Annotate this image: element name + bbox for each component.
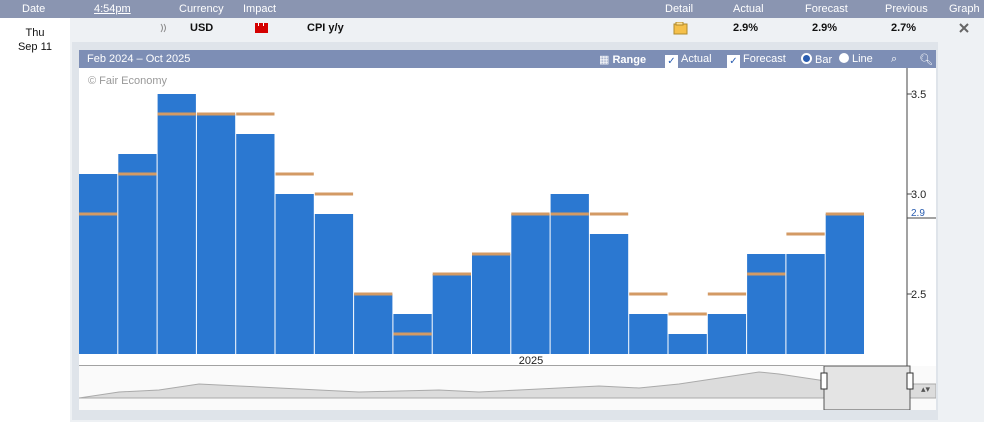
watermark: © Fair Economy xyxy=(88,75,168,87)
actual-bar xyxy=(157,94,196,354)
previous-header: Previous xyxy=(885,3,928,15)
forecast-marker xyxy=(589,212,629,216)
date-cell: Thu Sep 11 xyxy=(0,18,70,422)
y-tick-label: 2.5 xyxy=(911,289,926,301)
chart-toolbar: Feb 2024 – Oct 2025 ▦ Range ✓ Actual ✓ For… xyxy=(79,50,936,68)
actual-bar xyxy=(786,254,825,354)
table-header: Date 4:54pm Currency Impact Detail Actua… xyxy=(0,0,984,18)
previous-value: 2.7% xyxy=(891,22,917,34)
range-button[interactable]: ▦ Range xyxy=(599,53,646,66)
impact-header: Impact xyxy=(243,3,277,15)
forecast-marker xyxy=(629,292,668,296)
zoom-reset-icon[interactable]: ⌕ xyxy=(891,53,897,66)
range-title: Feb 2024 – Oct 2025 xyxy=(87,53,191,65)
actual-bar xyxy=(629,314,668,354)
actual-bar xyxy=(432,274,471,354)
checkbox-icon: ✓ xyxy=(727,55,740,68)
forecast-marker xyxy=(157,112,196,116)
forecast-marker xyxy=(707,292,747,296)
actual-bar xyxy=(196,114,236,354)
detail-folder-icon[interactable] xyxy=(673,22,688,35)
actual-bar xyxy=(589,234,629,354)
time-header[interactable]: 4:54pm xyxy=(94,3,131,15)
date-header: Date xyxy=(22,3,46,15)
line-option[interactable]: Line xyxy=(839,53,873,65)
bar-chart: © Fair Economy 3.5 3.0 2.5 2.9 2025 ▴▾ xyxy=(78,68,937,411)
actual-bar xyxy=(707,314,747,354)
actual-bar xyxy=(118,154,157,354)
forecast-marker xyxy=(472,252,511,256)
forecast-marker xyxy=(79,212,118,216)
forecast-toggle[interactable]: ✓ Forecast xyxy=(727,53,786,68)
forecast-marker xyxy=(786,232,825,236)
navigator-selection xyxy=(823,365,911,411)
forecast-marker xyxy=(236,112,275,116)
actual-bar xyxy=(79,174,118,354)
sound-icon[interactable] xyxy=(160,23,168,33)
forecast-marker xyxy=(393,332,432,336)
y-tick-label: 3.5 xyxy=(911,89,926,101)
day-label: Thu xyxy=(25,27,45,39)
forecast-marker xyxy=(668,312,707,316)
actual-bar xyxy=(314,214,354,354)
chart-plot-area: © Fair Economy 3.5 3.0 2.5 2.9 2025 ▴▾ xyxy=(78,68,937,411)
currency-cell: USD xyxy=(190,22,214,34)
actual-bar xyxy=(550,194,589,354)
impact-icon xyxy=(255,23,268,33)
actual-bar xyxy=(236,134,275,354)
scroll-arrows-icon: ▴▾ xyxy=(921,384,931,394)
forecast-marker xyxy=(354,292,393,296)
actual-value: 2.9% xyxy=(733,22,759,34)
last-value-label: 2.9 xyxy=(911,208,925,219)
event-name[interactable]: CPI y/y xyxy=(307,22,344,34)
close-icon[interactable] xyxy=(958,22,970,34)
actual-header: Actual xyxy=(733,3,764,15)
currency-header: Currency xyxy=(179,3,224,15)
actual-bar xyxy=(275,194,314,354)
forecast-marker xyxy=(550,212,589,216)
forecast-marker xyxy=(511,212,550,216)
radio-icon xyxy=(839,53,849,63)
date-label: Sep 11 xyxy=(17,41,53,53)
actual-bar xyxy=(747,254,786,354)
calendar-icon: ▦ xyxy=(599,54,613,66)
actual-bar xyxy=(511,214,550,354)
forecast-marker xyxy=(275,172,314,176)
navigator-right-handle xyxy=(906,372,914,390)
forecast-marker xyxy=(196,112,236,116)
radio-icon xyxy=(801,53,812,64)
actual-bar xyxy=(354,294,393,354)
y-tick-label: 3.0 xyxy=(911,189,926,201)
graph-header: Graph xyxy=(949,3,980,15)
forecast-marker xyxy=(432,272,471,276)
x-axis-label: 2025 xyxy=(519,355,543,367)
forecast-marker xyxy=(825,212,864,216)
zoom-icon[interactable]: 🔍︎ xyxy=(919,53,933,66)
actual-bar xyxy=(825,214,864,354)
navigator-left-handle xyxy=(820,372,828,390)
actual-bar xyxy=(668,334,707,354)
forecast-marker xyxy=(118,172,157,176)
actual-toggle[interactable]: ✓ Actual xyxy=(665,53,712,68)
forecast-marker xyxy=(747,272,786,276)
forecast-marker xyxy=(314,192,354,196)
actual-bar xyxy=(472,254,511,354)
detail-header: Detail xyxy=(665,3,694,15)
forecast-value: 2.9% xyxy=(812,22,838,34)
checkbox-icon: ✓ xyxy=(665,55,678,68)
bar-option[interactable]: Bar xyxy=(801,53,832,66)
forecast-header: Forecast xyxy=(805,3,848,15)
